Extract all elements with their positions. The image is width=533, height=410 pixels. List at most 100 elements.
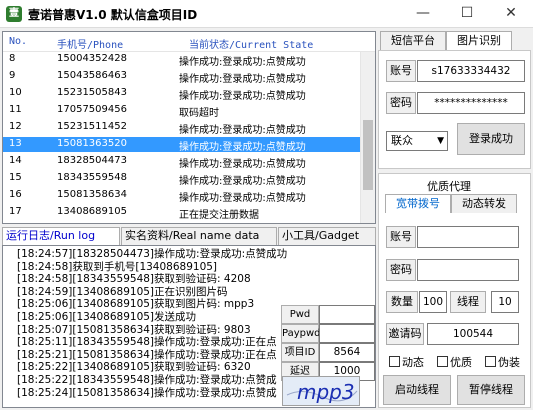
tab-gadget[interactable]: 小工具/Gadget: [278, 227, 376, 245]
account-input[interactable]: s17633334432: [417, 60, 525, 82]
log-line: [18:25:21][15081358634]操作成功:登录成功:正在点: [17, 348, 277, 361]
log-line: [18:25:06][13408689105]发送成功: [17, 311, 197, 323]
row-phone: 17057509456: [57, 104, 127, 115]
account-label: 账号: [386, 60, 416, 82]
disguise-checkbox[interactable]: 伪装: [485, 354, 520, 370]
pause-threads-button[interactable]: 暂停线程: [457, 375, 525, 405]
checkbox-icon: [485, 356, 496, 367]
row-number: 13: [9, 138, 22, 149]
proxy-password-label: 密码: [386, 259, 416, 281]
log-line: [18:25:11][18343559548]操作成功:登录成功:正在点: [17, 336, 277, 349]
log-line: [18:25:22][13408689105]获取到验证码: 6320: [17, 361, 251, 374]
table-row[interactable]: 10 15231505843 操作成功:登录成功:点赞成功: [3, 86, 360, 102]
scrollbar-thumb[interactable]: [363, 120, 373, 190]
table-row[interactable]: 15 18343559548 操作成功:登录成功:点赞成功: [3, 171, 360, 187]
count-label: 数量: [386, 291, 418, 313]
project-id-input[interactable]: 8564: [319, 343, 375, 362]
row-phone: 18343559548: [57, 172, 127, 183]
list-header: No. 手机号/Phone 当前状态/Current State: [3, 32, 375, 52]
tab-run-log[interactable]: 运行日志/Run log: [2, 227, 120, 245]
row-status: 操作成功:登录成功:点赞成功: [179, 57, 306, 68]
column-header-no[interactable]: No.: [9, 36, 27, 47]
captcha-text: mpp3: [297, 380, 355, 404]
image-recognition-panel: 账号 s17633334432 密码 ************** 联众 ▼ 登…: [378, 50, 531, 169]
row-status: 操作成功:登录成功:点赞成功: [179, 193, 306, 204]
table-row[interactable]: 14 18328504473 操作成功:登录成功:点赞成功: [3, 154, 360, 170]
captcha-image[interactable]: mpp3: [282, 376, 360, 406]
table-row[interactable]: 11 17057509456 取码超时: [3, 103, 360, 119]
checkbox-icon: [389, 356, 400, 367]
invite-code-label: 邀请码: [386, 323, 424, 345]
row-status: 操作成功:登录成功:点赞成功: [179, 125, 306, 136]
row-phone: 13408689105: [57, 206, 127, 217]
row-phone: 15231511452: [57, 121, 127, 132]
row-phone: 15004352428: [57, 53, 127, 64]
log-line: [18:25:06][13408689105]获取到图片码: mpp3: [17, 298, 255, 311]
table-row[interactable]: 12 15231511452 操作成功:登录成功:点赞成功: [3, 120, 360, 136]
row-number: 16: [9, 189, 22, 200]
app-icon: 壹: [6, 6, 22, 22]
phone-list[interactable]: No. 手机号/Phone 当前状态/Current State 8 150043…: [2, 31, 376, 224]
tab-image-recognition[interactable]: 图片识别: [446, 31, 512, 50]
proxy-group: 优质代理 宽带拨号 动态转发 账号 密码 数量 100 线程 10 邀请码 10…: [378, 173, 531, 408]
table-row[interactable]: 16 15081358634 操作成功:登录成功:点赞成功: [3, 188, 360, 204]
table-row[interactable]: 13 15081363520 操作成功:登录成功:点赞成功: [3, 137, 360, 153]
log-line: [18:24:57][18328504473]操作成功:登录成功:点赞成功: [17, 248, 288, 260]
row-status: 正在提交注册数据: [179, 210, 259, 221]
column-header-status[interactable]: 当前状态/Current State: [189, 36, 313, 51]
threads-label: 线程: [450, 291, 486, 313]
log-line: [18:24:59][13408689105]正在识别图片码: [17, 285, 228, 298]
close-button[interactable]: ✕: [489, 0, 533, 28]
row-phone: 18328504473: [57, 155, 127, 166]
log-line: [18:25:07][15081358634]获取到验证码: 9803: [17, 323, 251, 336]
row-number: 17: [9, 206, 22, 217]
row-number: 10: [9, 87, 22, 98]
log-line: [18:25:22][18343559548]操作成功:登录成功:点赞成: [17, 374, 277, 386]
dynamic-checkbox[interactable]: 动态: [389, 354, 424, 370]
row-status: 操作成功:登录成功:点赞成功: [179, 176, 306, 187]
provider-value: 联众: [391, 134, 413, 147]
paypwd-label: Paypwd: [281, 324, 321, 343]
row-status: 操作成功:登录成功:点赞成功: [179, 91, 306, 102]
tab-dynamic-forwarding[interactable]: 动态转发: [451, 194, 517, 213]
tab-real-name-data[interactable]: 实名资料/Real name data: [121, 227, 277, 245]
dynamic-checkbox-label: 动态: [402, 356, 424, 369]
table-row[interactable]: 9 15043586463 操作成功:登录成功:点赞成功: [3, 69, 360, 85]
log-line: [18:25:24][15081358634]操作成功:登录成功:点赞成: [17, 386, 277, 399]
column-header-phone[interactable]: 手机号/Phone: [57, 36, 123, 51]
table-row[interactable]: 17 13408689105 正在提交注册数据: [3, 205, 360, 221]
proxy-password-input[interactable]: [417, 259, 519, 281]
proxy-group-title: 优质代理: [427, 180, 471, 193]
provider-select[interactable]: 联众 ▼: [386, 131, 448, 151]
row-number: 8: [9, 53, 16, 64]
log-line: [18:24:58]获取到手机号[13408689105]: [17, 260, 218, 273]
proxy-account-input[interactable]: [417, 226, 519, 248]
count-input[interactable]: 100: [419, 291, 447, 313]
password-input[interactable]: **************: [417, 92, 525, 114]
list-scrollbar[interactable]: [360, 52, 375, 223]
premium-checkbox-label: 优质: [450, 356, 472, 369]
row-phone: 15081363520: [57, 138, 127, 149]
threads-input[interactable]: 10: [491, 291, 519, 313]
row-status: 取码超时: [179, 108, 219, 119]
pwd-label: Pwd: [281, 305, 319, 324]
minimize-button[interactable]: —: [401, 0, 445, 28]
proxy-account-label: 账号: [386, 226, 416, 248]
table-row[interactable]: 8 15004352428 操作成功:登录成功:点赞成功: [3, 52, 360, 68]
premium-checkbox[interactable]: 优质: [437, 354, 472, 370]
row-status: 操作成功:登录成功:点赞成功: [179, 159, 306, 170]
password-label: 密码: [386, 92, 416, 114]
row-number: 11: [9, 104, 22, 115]
paypwd-input[interactable]: [319, 324, 375, 343]
tab-sms-platform[interactable]: 短信平台: [380, 31, 446, 50]
login-button[interactable]: 登录成功: [457, 123, 525, 155]
row-status: 操作成功:登录成功:点赞成功: [179, 142, 306, 153]
maximize-button[interactable]: ☐: [445, 0, 489, 28]
start-threads-button[interactable]: 启动线程: [383, 375, 451, 405]
pwd-input[interactable]: [319, 305, 375, 324]
invite-code-input[interactable]: 100544: [427, 323, 519, 345]
log-tabs: 运行日志/Run log 实名资料/Real name data 小工具/Gad…: [2, 227, 376, 245]
window-title: 壹诺普惠V1.0 默认信盒项目ID: [28, 8, 198, 22]
row-number: 14: [9, 155, 22, 166]
tab-broadband-dialing[interactable]: 宽带拨号: [385, 194, 451, 213]
